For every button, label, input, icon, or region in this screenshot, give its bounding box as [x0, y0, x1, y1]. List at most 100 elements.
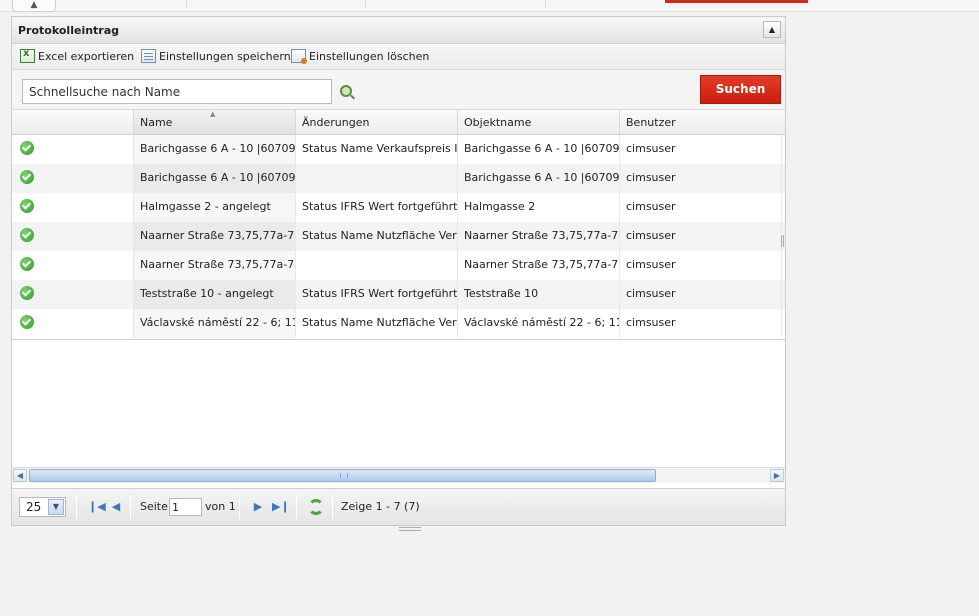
user-cell: cimsuser [620, 309, 782, 338]
status-cell [12, 222, 134, 251]
page-label: Seite [140, 500, 168, 513]
save-settings-label: Einstellungen speichern [159, 49, 291, 63]
scroll-right-arrow-icon[interactable]: ▶ [770, 469, 784, 482]
next-page-icon[interactable]: ▶ [252, 501, 264, 513]
column-header-name[interactable]: ▲ Name [134, 110, 296, 134]
search-icon[interactable] [340, 85, 352, 97]
changes-cell: Status IFRS Wert fortgeführte Ar [296, 193, 458, 222]
delete-settings-button[interactable]: Einstellungen löschen [291, 49, 430, 64]
panel-header: Protokolleintrag ▲ [12, 17, 785, 44]
protokolleintrag-panel: Protokolleintrag ▲ Excel exportieren Ein… [11, 16, 786, 531]
object-cell: Naarner Straße 73,75,77a-77i - ( [458, 222, 620, 251]
column-header-object[interactable]: Objektname [458, 110, 620, 134]
object-cell: Václavské náměstí 22 - 6; 11000 [458, 309, 620, 338]
changes-cell: Status Name Verkaufspreis IAS [296, 135, 458, 164]
page-size-select[interactable]: 25 ▼ [19, 497, 66, 517]
table-row[interactable]: Barichgasse 6 A - 10 |607096|; 1 Barichg… [12, 164, 785, 193]
changes-cell [296, 164, 458, 193]
excel-icon [20, 48, 35, 63]
triangle-up-icon: ▲ [768, 25, 776, 34]
save-settings-icon [141, 49, 156, 63]
object-cell: Barichgasse 6 A - 10 |607096|; 1 [458, 135, 620, 164]
top-tab-strip: ▲ [0, 0, 979, 12]
object-cell: Teststraße 10 [458, 280, 620, 309]
object-cell: Barichgasse 6 A - 10 |607096|; 1 [458, 164, 620, 193]
name-cell: Naarner Straße 73,75,77a-77i - ( [134, 222, 296, 251]
toolbar: Excel exportieren Einstellungen speicher… [12, 44, 785, 70]
log-grid: ▲ Name Änderungen Objektname Benutzer Ba… [12, 110, 785, 483]
user-cell: cimsuser [620, 251, 782, 280]
status-cell [12, 164, 134, 193]
user-cell: cimsuser [620, 164, 782, 193]
page-size-value: 25 [26, 500, 42, 514]
vertical-scroll-grip[interactable] [781, 235, 784, 247]
name-cell: Barichgasse 6 A - 10 |607096|; 1 [134, 164, 296, 193]
tab-separator [545, 0, 546, 8]
status-cell [12, 193, 134, 222]
user-cell: cimsuser [620, 193, 782, 222]
changes-cell: Status Name Nutzfläche Verkauf [296, 309, 458, 338]
check-ok-icon [20, 199, 34, 213]
column-header-status[interactable] [12, 110, 134, 134]
save-settings-button[interactable]: Einstellungen speichern [141, 49, 291, 63]
page-of-label: von 1 [205, 500, 236, 513]
changes-cell: Status Name Nutzfläche Verkauf [296, 222, 458, 251]
table-row[interactable]: Naarner Straße 73,75,77a-77i - ( Naarner… [12, 251, 785, 280]
table-row[interactable]: Halmgasse 2 - angelegt Status IFRS Wert … [12, 193, 785, 222]
pager-separator [76, 495, 77, 520]
chevron-down-icon: ▼ [48, 499, 64, 515]
search-bar: Suchen [12, 70, 785, 110]
horizontal-scrollbar[interactable]: ◀ ▶ [12, 467, 785, 483]
scroll-left-arrow-icon[interactable]: ◀ [13, 469, 27, 482]
user-cell: cimsuser [620, 222, 782, 251]
table-row[interactable]: Václavské náměstí 22 - 6; 11000 Status N… [12, 309, 785, 338]
column-header-changes[interactable]: Änderungen [296, 110, 458, 134]
check-ok-icon [20, 228, 34, 242]
delete-settings-label: Einstellungen löschen [309, 49, 430, 63]
page-number-input[interactable] [169, 498, 202, 516]
pager-separator [130, 495, 131, 520]
table-row[interactable]: Naarner Straße 73,75,77a-77i - ( Status … [12, 222, 785, 251]
column-header-user[interactable]: Benutzer [620, 110, 782, 134]
object-cell: Halmgasse 2 [458, 193, 620, 222]
status-cell [12, 135, 134, 164]
object-cell: Naarner Straße 73,75,77a-77i - ( [458, 251, 620, 280]
check-ok-icon [20, 170, 34, 184]
grid-header: ▲ Name Änderungen Objektname Benutzer [12, 110, 785, 135]
pager-separator [296, 495, 297, 520]
quick-search-input[interactable] [22, 79, 332, 104]
refresh-icon[interactable] [308, 499, 324, 515]
name-cell: Barichgasse 6 A - 10 |607096|; 1 [134, 135, 296, 164]
tab-separator [186, 0, 187, 8]
table-row[interactable]: Barichgasse 6 A - 10 |607096|; 1 Status … [12, 135, 785, 164]
panel-resize-grip[interactable] [399, 527, 421, 531]
last-page-icon[interactable]: ▶❙ [272, 501, 290, 513]
display-info: Zeige 1 - 7 (7) [341, 500, 420, 513]
search-button[interactable]: Suchen [700, 75, 781, 104]
excel-export-label: Excel exportieren [38, 49, 135, 63]
status-cell [12, 309, 134, 338]
status-cell [12, 280, 134, 309]
collapse-button[interactable]: ▲ [763, 21, 781, 38]
column-header-name-label: Name [140, 116, 173, 129]
previous-page-icon[interactable]: ◀ [110, 501, 122, 513]
excel-export-button[interactable]: Excel exportieren [20, 48, 135, 63]
scrollbar-thumb[interactable] [29, 469, 656, 482]
changes-cell: Status IFRS Wert fortgeführte Ar [296, 280, 458, 309]
table-row[interactable]: Teststraße 10 - angelegt Status IFRS Wer… [12, 280, 785, 309]
check-ok-icon [20, 315, 34, 329]
name-cell: Halmgasse 2 - angelegt [134, 193, 296, 222]
check-ok-icon [20, 257, 34, 271]
panel-title: Protokolleintrag [18, 24, 120, 37]
tab-handle-arrow-icon[interactable]: ▲ [12, 0, 56, 12]
check-ok-icon [20, 141, 34, 155]
first-page-icon[interactable]: ❙◀ [88, 501, 106, 513]
delete-settings-icon [291, 49, 307, 64]
check-ok-icon [20, 286, 34, 300]
tab-separator [365, 0, 366, 8]
name-cell: Václavské náměstí 22 - 6; 11000 [134, 309, 296, 338]
user-cell: cimsuser [620, 135, 782, 164]
pager-separator [332, 495, 333, 520]
status-cell [12, 251, 134, 280]
pagination-bar: 25 ▼ ❙◀ ◀ Seite von 1 ▶ ▶❙ Zeige 1 - 7 (… [12, 488, 785, 525]
